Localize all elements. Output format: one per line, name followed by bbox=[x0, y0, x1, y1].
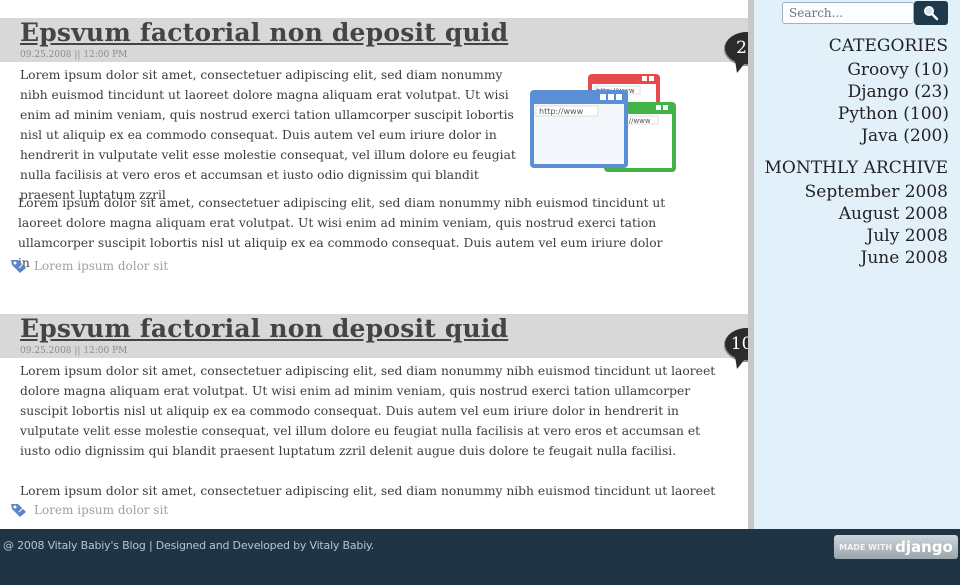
post-paragraph: Lorem ipsum dolor sit amet, consectetuer… bbox=[20, 364, 716, 458]
archive-link[interactable]: July 2008 bbox=[805, 225, 948, 247]
made-with-django-badge[interactable]: MADE WITH django bbox=[834, 535, 958, 559]
categories-heading: CATEGORIES bbox=[828, 36, 948, 56]
blog-post: Epsvum factorial non deposit quid 09.25.… bbox=[0, 314, 770, 529]
archive-link[interactable]: August 2008 bbox=[805, 203, 948, 225]
post-date: 09.25.2008 || 12:00 PM bbox=[20, 346, 128, 356]
django-logo-text: django bbox=[895, 538, 953, 556]
footer-copyright: @ 2008 Vitaly Babiy's Blog | Designed an… bbox=[3, 539, 375, 552]
post-header-bar: Epsvum factorial non deposit quid 09.25.… bbox=[0, 18, 748, 62]
post-title-link[interactable]: Epsvum factorial non deposit quid bbox=[20, 314, 508, 343]
post-date: 09.25.2008 || 12:00 PM bbox=[20, 50, 128, 60]
tag-icon bbox=[11, 504, 26, 517]
badge-small-text: MADE WITH bbox=[839, 542, 893, 552]
post-title-link[interactable]: Epsvum factorial non deposit quid bbox=[20, 18, 508, 47]
url-label: http://www bbox=[539, 107, 584, 116]
browser-windows-illustration: http://www http://www http://www bbox=[530, 74, 676, 172]
post-paragraph: Lorem ipsum dolor sit amet, consectetuer… bbox=[20, 484, 716, 498]
categories-list: Groovy (10) Django (23) Python (100) Jav… bbox=[838, 59, 949, 147]
archive-link[interactable]: September 2008 bbox=[805, 181, 948, 203]
tag-link[interactable]: Lorem ipsum dolor sit bbox=[34, 503, 168, 517]
blog-post: Epsvum factorial non deposit quid 09.25.… bbox=[0, 0, 770, 300]
magnifier-icon bbox=[924, 6, 939, 21]
tag-icon bbox=[11, 260, 26, 273]
post-paragraph: Lorem ipsum dolor sit amet, consectetuer… bbox=[20, 68, 516, 202]
category-link[interactable]: Groovy (10) bbox=[838, 59, 949, 81]
main-content: Epsvum factorial non deposit quid 09.25.… bbox=[0, 0, 770, 529]
category-link[interactable]: Django (23) bbox=[838, 81, 949, 103]
post-header-bar: Epsvum factorial non deposit quid 09.25.… bbox=[0, 314, 748, 358]
archive-heading: MONTHLY ARCHIVE bbox=[764, 158, 948, 178]
search-button[interactable] bbox=[914, 1, 948, 25]
category-link[interactable]: Python (100) bbox=[838, 103, 949, 125]
footer: @ 2008 Vitaly Babiy's Blog | Designed an… bbox=[0, 529, 960, 585]
search-input[interactable] bbox=[782, 2, 914, 24]
archive-link[interactable]: June 2008 bbox=[805, 247, 948, 269]
tag-link[interactable]: Lorem ipsum dolor sit bbox=[34, 259, 168, 273]
post-tag[interactable]: Lorem ipsum dolor sit bbox=[10, 258, 168, 274]
post-tag[interactable]: Lorem ipsum dolor sit bbox=[10, 502, 168, 518]
category-link[interactable]: Java (200) bbox=[838, 125, 949, 147]
archive-list: September 2008 August 2008 July 2008 Jun… bbox=[805, 181, 948, 269]
